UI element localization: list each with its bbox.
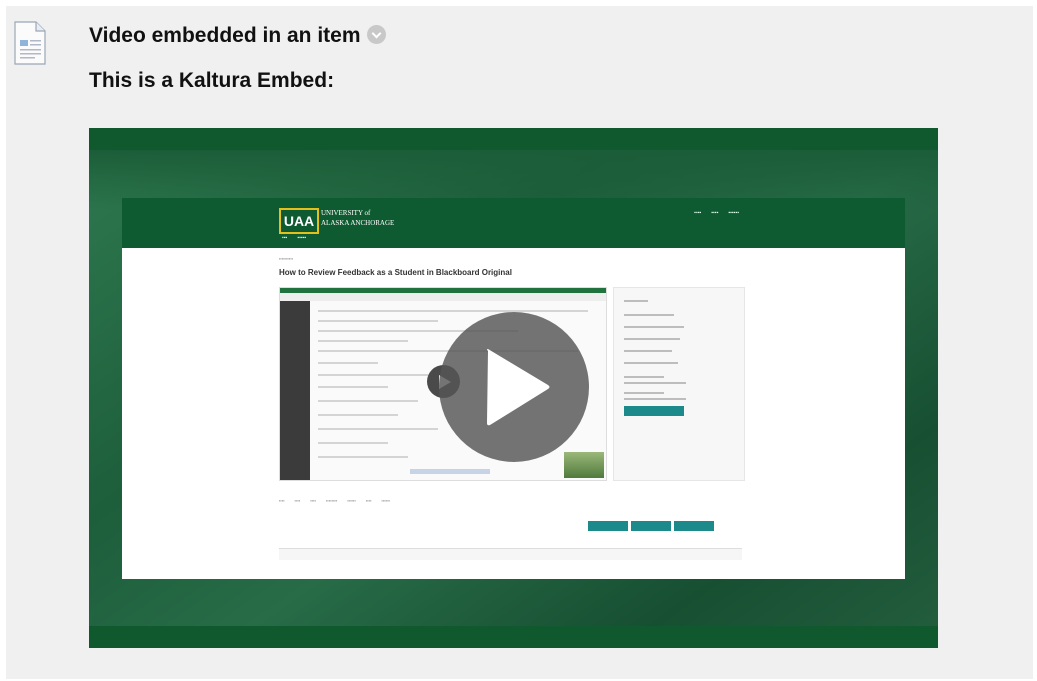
play-icon[interactable] [439,312,589,462]
player-bottom-bar [89,626,938,648]
thumbnail-page-title: How to Review Feedback as a Student in B… [279,268,512,277]
thumbnail-table [279,536,742,560]
uaa-logo: UAA [279,208,319,234]
document-icon [12,16,48,70]
thumbnail-details-panel [613,287,745,481]
thumbnail-site-header: UAA UNIVERSITY of ALASKA ANCHORAGE ▪▪▪▪ ▪… [122,198,905,248]
player-top-bar [89,128,938,150]
item-body-text: This is a Kaltura Embed: [89,69,335,92]
thumbnail-header-links: ▪▪▪▪ ▪▪▪▪ ▪▪▪▪▪▪ [694,210,739,216]
thumbnail-breadcrumb: ▪▪▪▪▪▪▪▪▪▪ [279,256,294,261]
thumbnail-action-buttons [585,518,714,536]
thumbnail-launch-button [624,406,684,416]
webcam-overlay [564,452,604,478]
item-title-row: Video embedded in an item [89,24,386,48]
uaa-logo-text: UNIVERSITY of ALASKA ANCHORAGE [321,208,394,228]
chevron-down-icon[interactable] [366,24,386,44]
uaa-logo-line-2: ALASKA ANCHORAGE [321,219,395,227]
item-title[interactable]: Video embedded in an item [89,24,361,47]
thumbnail-nav: ▪▪▪ ▪▪▪▪▪ [282,235,307,241]
kaltura-video-player[interactable]: UAA UNIVERSITY of ALASKA ANCHORAGE ▪▪▪▪ ▪… [89,128,938,648]
thumbnail-tabs: ▪▪▪▪ ▪▪▪▪ ▪▪▪▪ ▪▪▪▪▪▪▪▪ ▪▪▪▪▪▪ ▪▪▪▪ ▪▪▪▪▪▪ [279,498,391,503]
uaa-logo-line-1: UNIVERSITY of [321,209,371,217]
